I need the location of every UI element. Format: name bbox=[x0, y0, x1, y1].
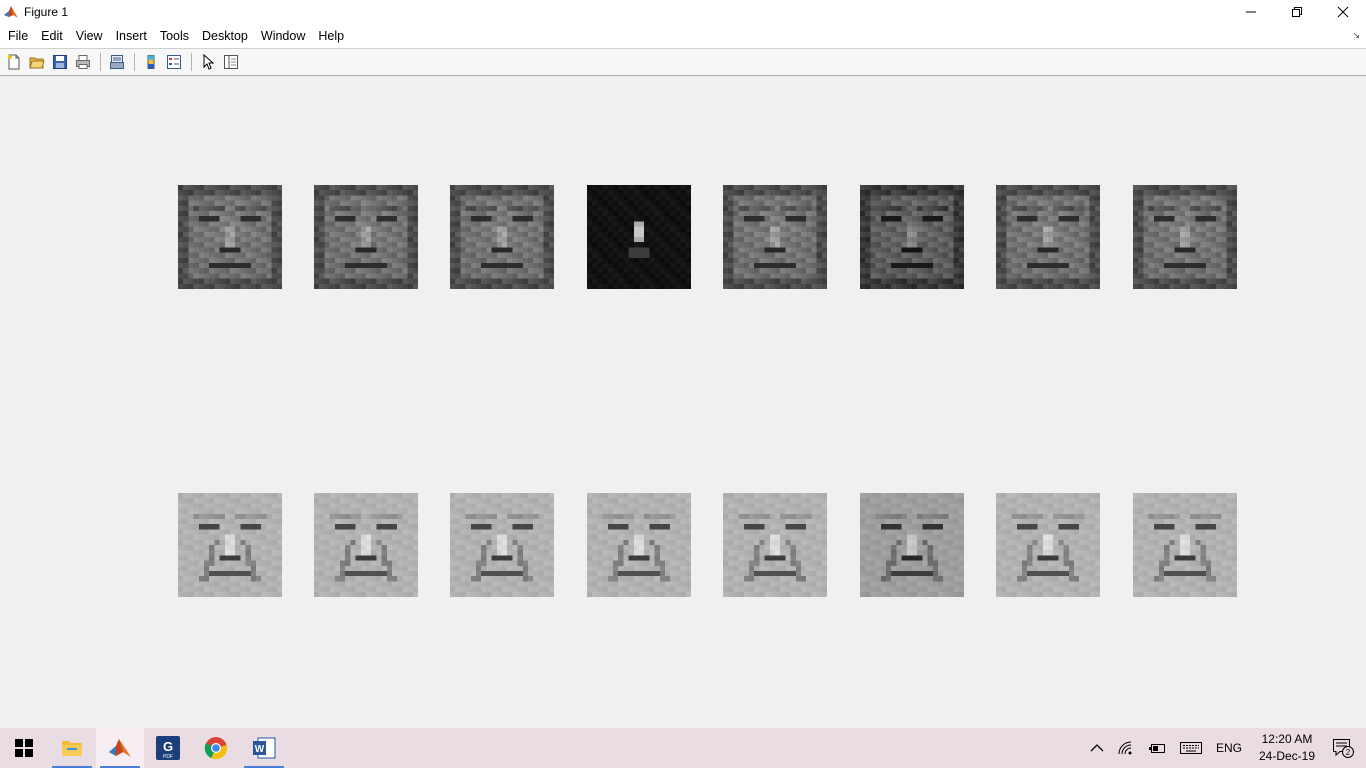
taskbar-foxit-pdf[interactable]: G PDF bbox=[144, 728, 192, 768]
show-plot-tools-icon[interactable] bbox=[220, 51, 242, 73]
figure-canvas[interactable] bbox=[0, 76, 1366, 728]
menu-bar: File Edit View Insert Tools Desktop Wind… bbox=[0, 24, 1366, 48]
face-4-dark-image bbox=[587, 185, 691, 289]
figure-toolbar bbox=[0, 48, 1366, 76]
network-icon[interactable] bbox=[1111, 728, 1141, 768]
eigenface-6-image bbox=[860, 493, 964, 597]
print-preview-icon[interactable] bbox=[106, 51, 128, 73]
eigenface-7-image bbox=[996, 493, 1100, 597]
clock-date: 24-Dec-19 bbox=[1258, 749, 1315, 763]
folder-icon bbox=[62, 741, 82, 756]
face-2-image bbox=[314, 185, 418, 289]
clock[interactable]: 12:20 AM 24-Dec-19 bbox=[1249, 728, 1325, 768]
eigenface-3-image bbox=[450, 493, 554, 597]
window-title: Figure 1 bbox=[24, 5, 69, 19]
menu-window[interactable]: Window bbox=[256, 29, 310, 43]
insert-colorbar-icon[interactable] bbox=[140, 51, 162, 73]
toolbar-separator bbox=[191, 53, 192, 71]
close-button[interactable] bbox=[1320, 0, 1366, 24]
face-7-image bbox=[996, 185, 1100, 289]
matlab-logo-icon bbox=[3, 4, 19, 20]
face-6-image bbox=[860, 185, 964, 289]
matlab-logo-icon bbox=[109, 739, 131, 757]
save-figure-icon[interactable] bbox=[49, 51, 71, 73]
menu-file[interactable]: File bbox=[3, 29, 33, 43]
taskbar-file-explorer[interactable] bbox=[48, 728, 96, 768]
open-file-icon[interactable] bbox=[26, 51, 48, 73]
print-figure-icon[interactable] bbox=[72, 51, 94, 73]
toolbar-separator bbox=[134, 53, 135, 71]
windows-logo-icon bbox=[15, 739, 33, 757]
clock-time: 12:20 AM bbox=[1261, 732, 1313, 746]
taskbar-chrome[interactable] bbox=[192, 728, 240, 768]
action-center-button[interactable]: 2 bbox=[1325, 728, 1366, 768]
insert-legend-icon[interactable] bbox=[163, 51, 185, 73]
title-bar: Figure 1 bbox=[0, 0, 1366, 24]
new-figure-icon[interactable] bbox=[3, 51, 25, 73]
show-hidden-icons-chevron-icon[interactable] bbox=[1083, 728, 1111, 768]
eigenface-4-image bbox=[587, 493, 691, 597]
system-tray: ENG 12:20 AM 24-Dec-19 2 bbox=[1083, 728, 1366, 768]
menu-insert[interactable]: Insert bbox=[111, 29, 152, 43]
dock-arrow-icon[interactable]: ↘ bbox=[1352, 30, 1360, 41]
taskbar-matlab[interactable] bbox=[96, 728, 144, 768]
face-1-image bbox=[178, 185, 282, 289]
restore-button[interactable] bbox=[1274, 0, 1320, 24]
menu-edit[interactable]: Edit bbox=[36, 29, 68, 43]
keyboard-icon[interactable] bbox=[1173, 728, 1209, 768]
eigenface-5-image bbox=[723, 493, 827, 597]
chrome-icon bbox=[204, 737, 227, 760]
minimize-button[interactable] bbox=[1228, 0, 1274, 24]
pdf-reader-icon: GPDF bbox=[156, 736, 180, 760]
start-button[interactable] bbox=[0, 728, 48, 768]
language-indicator[interactable]: ENG bbox=[1209, 728, 1249, 768]
eigenface-2-image bbox=[314, 493, 418, 597]
menu-view[interactable]: View bbox=[71, 29, 108, 43]
face-8-image bbox=[1133, 185, 1237, 289]
edit-plot-arrow-icon[interactable] bbox=[197, 51, 219, 73]
toolbar-separator bbox=[100, 53, 101, 71]
word-icon: W bbox=[253, 737, 276, 759]
face-3-image bbox=[450, 185, 554, 289]
notification-icon: 2 bbox=[1333, 739, 1354, 758]
eigenface-8-image bbox=[1133, 493, 1237, 597]
windows-taskbar: G PDF W ENG 12:20 AM 24-Dec-19 2 bbox=[0, 728, 1366, 768]
menu-desktop[interactable]: Desktop bbox=[197, 29, 253, 43]
face-5-image bbox=[723, 185, 827, 289]
battery-icon[interactable] bbox=[1141, 728, 1173, 768]
menu-tools[interactable]: Tools bbox=[155, 29, 194, 43]
notification-count: 2 bbox=[1346, 748, 1351, 757]
eigenface-1-image bbox=[178, 493, 282, 597]
menu-help[interactable]: Help bbox=[313, 29, 349, 43]
taskbar-word[interactable]: W bbox=[240, 728, 288, 768]
